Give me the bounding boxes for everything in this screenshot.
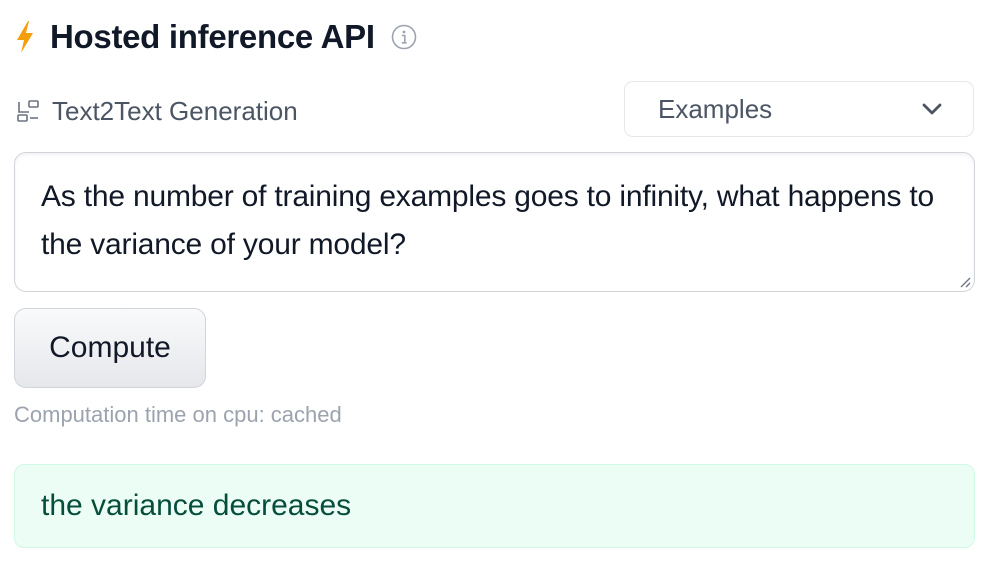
info-icon[interactable] bbox=[391, 24, 417, 50]
chevron-down-icon bbox=[922, 103, 942, 115]
widget-header: Hosted inference API bbox=[14, 14, 417, 60]
input-textarea[interactable]: As the number of training examples goes … bbox=[14, 152, 975, 292]
output-text: the variance decreases bbox=[41, 489, 352, 522]
compute-button[interactable]: Compute bbox=[14, 308, 206, 388]
lightning-bolt-icon bbox=[17, 21, 33, 53]
inference-widget: Hosted inference API Text2Text Generatio… bbox=[0, 0, 988, 566]
examples-dropdown[interactable]: Examples bbox=[624, 81, 974, 137]
input-text: As the number of training examples goes … bbox=[41, 180, 935, 261]
output-result: the variance decreases bbox=[14, 464, 975, 548]
text2text-task-icon bbox=[17, 100, 39, 122]
widget-title: Hosted inference API bbox=[50, 18, 375, 55]
examples-dropdown-label: Examples bbox=[658, 93, 773, 124]
task-type: Text2Text Generation bbox=[16, 92, 298, 130]
resize-handle-icon[interactable] bbox=[957, 274, 971, 288]
task-label: Text2Text Generation bbox=[52, 95, 298, 126]
computation-time: Computation time on cpu: cached bbox=[14, 402, 342, 427]
